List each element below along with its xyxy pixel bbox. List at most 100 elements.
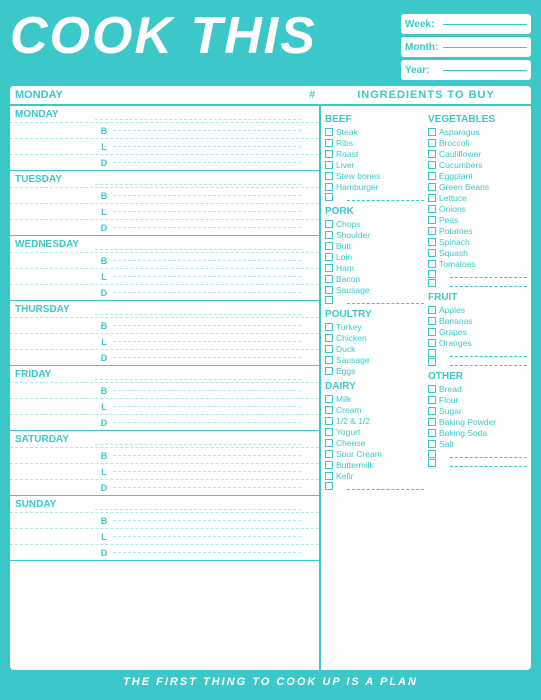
ingredient-item: Liver [325, 160, 424, 170]
week-field[interactable]: Week: [401, 14, 531, 34]
meal-line[interactable] [113, 195, 301, 196]
ingredient-checkbox-blank[interactable] [325, 296, 333, 304]
meal-line[interactable] [113, 390, 301, 391]
ingredient-checkbox[interactable] [325, 253, 333, 261]
ingredient-checkbox-blank[interactable] [428, 349, 436, 357]
meal-line[interactable] [113, 520, 301, 521]
meal-line[interactable] [113, 260, 301, 261]
ingredient-text: Eggplant [439, 171, 473, 181]
ingredient-checkbox[interactable] [325, 323, 333, 331]
ingredient-checkbox[interactable] [325, 128, 333, 136]
ingredient-checkbox[interactable] [428, 139, 436, 147]
ingredient-checkbox[interactable] [325, 264, 333, 272]
bld-letter: L [95, 272, 113, 282]
ingredient-checkbox[interactable] [428, 328, 436, 336]
ingredient-checkbox[interactable] [325, 334, 333, 342]
meal-line[interactable] [113, 406, 301, 407]
bld-letter: L [95, 207, 113, 217]
ingredient-checkbox[interactable] [428, 339, 436, 347]
ingredient-checkbox[interactable] [428, 407, 436, 415]
ingredient-item: Bananas [428, 316, 527, 326]
ingredient-text: Bread [439, 384, 462, 394]
ingredient-checkbox[interactable] [325, 183, 333, 191]
meal-line[interactable] [113, 227, 301, 228]
ingredient-checkbox[interactable] [325, 472, 333, 480]
ingredient-checkbox-blank[interactable] [325, 482, 333, 490]
meal-line[interactable] [113, 487, 301, 488]
ingredient-blank-line [347, 482, 424, 490]
ingredient-checkbox[interactable] [428, 396, 436, 404]
ingredient-checkbox[interactable] [428, 317, 436, 325]
ingredient-checkbox[interactable] [325, 150, 333, 158]
ingredient-checkbox[interactable] [325, 242, 333, 250]
ingredient-checkbox[interactable] [325, 345, 333, 353]
ingredients-section: BEEFSteakRibsRoastLiverStew bonesHamburg… [321, 106, 531, 670]
month-field[interactable]: Month: [401, 37, 531, 57]
ingredient-item: Chicken [325, 333, 424, 343]
ingredient-checkbox[interactable] [428, 260, 436, 268]
ingredient-checkbox[interactable] [325, 395, 333, 403]
ingredient-checkbox[interactable] [428, 183, 436, 191]
meal-line[interactable] [113, 325, 301, 326]
ingredient-checkbox[interactable] [325, 275, 333, 283]
meal-line[interactable] [113, 211, 301, 212]
ingredient-checkbox[interactable] [428, 227, 436, 235]
meal-line[interactable] [113, 162, 301, 163]
ingredient-checkbox[interactable] [325, 231, 333, 239]
ingredient-checkbox[interactable] [428, 418, 436, 426]
meal-line[interactable] [113, 341, 301, 342]
ingredient-checkbox[interactable] [325, 461, 333, 469]
main-content: MONDAY # INGREDIENTS TO BUY MONDAYBLDTUE… [10, 86, 531, 670]
ingredient-checkbox[interactable] [325, 220, 333, 228]
ingredient-blank-line [347, 193, 424, 201]
ingredient-checkbox[interactable] [325, 172, 333, 180]
ingredient-checkbox[interactable] [428, 161, 436, 169]
ingredient-checkbox[interactable] [325, 367, 333, 375]
meal-line[interactable] [113, 552, 301, 553]
ingredient-checkbox[interactable] [428, 128, 436, 136]
ingredient-checkbox[interactable] [325, 417, 333, 425]
ingredient-checkbox-blank[interactable] [428, 459, 436, 467]
ingredient-checkbox[interactable] [325, 428, 333, 436]
bld-row-d: D [10, 349, 319, 365]
meal-line[interactable] [113, 455, 301, 456]
meal-line[interactable] [113, 130, 301, 131]
ingredient-checkbox-blank[interactable] [428, 270, 436, 278]
meal-line[interactable] [113, 536, 301, 537]
bld-letter: B [95, 386, 113, 396]
ingredient-checkbox[interactable] [428, 172, 436, 180]
ingredient-checkbox[interactable] [428, 216, 436, 224]
ingredient-checkbox[interactable] [428, 385, 436, 393]
ingredient-checkbox[interactable] [428, 306, 436, 314]
ingredient-checkbox[interactable] [325, 139, 333, 147]
ingredient-checkbox-blank[interactable] [428, 279, 436, 287]
ingredient-item: Broccoli [428, 138, 527, 148]
meal-line[interactable] [113, 292, 301, 293]
ingredient-item: Peas [428, 215, 527, 225]
ingredient-checkbox[interactable] [325, 439, 333, 447]
meal-line[interactable] [113, 146, 301, 147]
ingredient-checkbox[interactable] [325, 286, 333, 294]
year-field[interactable]: Year: [401, 60, 531, 80]
ingredient-checkbox[interactable] [325, 356, 333, 364]
meal-line[interactable] [113, 357, 301, 358]
ingredient-item: Kefir [325, 471, 424, 481]
ingredient-text: Salt [439, 439, 454, 449]
meal-line[interactable] [113, 276, 301, 277]
ingredient-checkbox[interactable] [428, 194, 436, 202]
ingredient-checkbox[interactable] [325, 406, 333, 414]
ingredient-checkbox-blank[interactable] [325, 193, 333, 201]
ingredient-checkbox[interactable] [428, 249, 436, 257]
ingredient-checkbox-blank[interactable] [428, 358, 436, 366]
ingredient-checkbox[interactable] [325, 161, 333, 169]
meal-line[interactable] [113, 471, 301, 472]
ingredient-checkbox-blank[interactable] [428, 450, 436, 458]
meal-line[interactable] [113, 422, 301, 423]
ingredient-checkbox[interactable] [428, 205, 436, 213]
ingredient-checkbox[interactable] [428, 440, 436, 448]
ingredient-checkbox[interactable] [428, 150, 436, 158]
ingredient-checkbox[interactable] [428, 238, 436, 246]
bld-row-d: D [10, 154, 319, 170]
ingredient-checkbox[interactable] [428, 429, 436, 437]
ingredient-checkbox[interactable] [325, 450, 333, 458]
